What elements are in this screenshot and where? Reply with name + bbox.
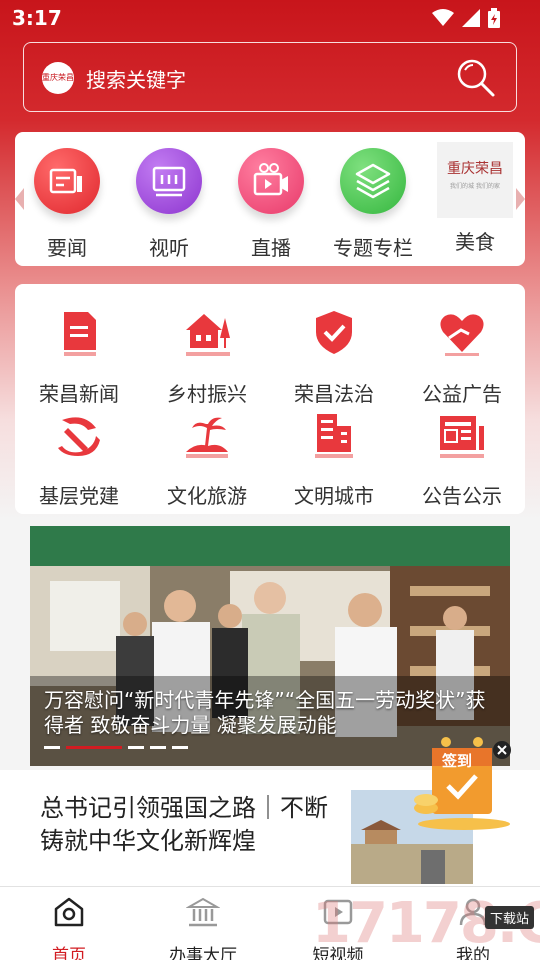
status-time: 3:17 xyxy=(12,6,62,30)
tab-service-hall[interactable]: 办事大厅 xyxy=(143,895,263,960)
category-label: 荣昌法治 xyxy=(294,382,374,406)
tab-label: 办事大厅 xyxy=(169,946,237,960)
category-rule-of-law[interactable]: 荣昌法治 xyxy=(270,308,398,407)
heart-hand-icon xyxy=(440,314,484,356)
category-label: 文化旅游 xyxy=(167,484,247,508)
category-rural-revitalization[interactable]: 乡村振兴 xyxy=(143,308,271,407)
app-logo: 重庆荣昌 xyxy=(42,62,74,94)
party-emblem-icon xyxy=(58,417,100,456)
tab-home[interactable]: 首页 xyxy=(9,895,129,960)
news-title: 总书记引领强国之路｜不断铸就中华文化新辉煌 xyxy=(40,794,328,855)
channel-audiovisual[interactable]: 视听 xyxy=(124,148,214,261)
search-placeholder: 搜索关键字 xyxy=(86,68,186,92)
tab-label: 首页 xyxy=(52,946,86,960)
signin-floating-button[interactable]: 签到 xyxy=(412,736,522,832)
notice-board-icon xyxy=(440,416,484,458)
channel-special-topics[interactable]: 专题专栏 xyxy=(328,148,418,261)
signal-icon xyxy=(462,9,480,27)
category-party-building[interactable]: 基层党建 xyxy=(15,410,143,509)
search-icon[interactable] xyxy=(456,58,496,98)
status-bar: 3:17 xyxy=(0,0,540,36)
channel-food[interactable]: 重庆荣昌 我们的城 我们的家 美食 xyxy=(430,142,520,255)
channel-label: 美食 xyxy=(455,230,495,254)
channel-live[interactable]: 直播 xyxy=(226,148,316,261)
channel-label: 视听 xyxy=(149,236,189,260)
category-announcements[interactable]: 公告公示 xyxy=(398,410,526,509)
channel-label: 直播 xyxy=(251,236,291,260)
food-thumbnail-title: 重庆荣昌 xyxy=(447,161,503,177)
category-culture-tourism[interactable]: 文化旅游 xyxy=(143,410,271,509)
wifi-icon xyxy=(432,9,454,26)
category-label: 公益广告 xyxy=(422,382,502,406)
tv-icon xyxy=(136,148,202,214)
government-hall-icon xyxy=(185,897,221,927)
watermark-badge: 下载站 xyxy=(484,906,534,929)
banner-caption: 万容慰问“新时代青年先锋”“全国五一劳动奖状”获得者 致敬奋斗力量 凝聚发展动能 xyxy=(44,688,486,737)
channel-label: 专题专栏 xyxy=(333,236,413,260)
banner-carousel[interactable]: 万容慰问“新时代青年先锋”“全国五一劳动奖状”获得者 致敬奋斗力量 凝聚发展动能 xyxy=(30,526,510,766)
news-icon xyxy=(34,148,100,214)
carousel-indicator xyxy=(44,746,188,749)
category-label: 基层党建 xyxy=(39,484,119,508)
category-grid: 荣昌新闻 乡村振兴 荣昌法治 公益广告 基层党建 文化旅游 文明城市 公告公示 xyxy=(15,284,525,514)
village-icon xyxy=(186,314,230,356)
video-camera-icon xyxy=(238,148,304,214)
category-label: 荣昌新闻 xyxy=(39,382,119,406)
layers-icon xyxy=(340,148,406,214)
category-public-service-ads[interactable]: 公益广告 xyxy=(398,308,526,407)
search-bar[interactable]: 重庆荣昌 搜索关键字 xyxy=(23,42,517,112)
carousel-dot-active[interactable] xyxy=(66,746,122,749)
category-civilized-city[interactable]: 文明城市 xyxy=(270,410,398,509)
channel-card: 要闻 视听 直播 专题专栏 重庆荣昌 我们的城 我们的家 美食 xyxy=(15,132,525,266)
signin-label: 签到 xyxy=(442,752,473,770)
channel-news[interactable]: 要闻 xyxy=(22,148,112,261)
palm-island-icon xyxy=(186,417,228,458)
category-label: 乡村振兴 xyxy=(167,382,247,406)
carousel-dot[interactable] xyxy=(172,746,188,749)
channel-label: 要闻 xyxy=(47,236,87,260)
app-logo-text: 重庆荣昌 xyxy=(42,73,74,82)
document-icon xyxy=(64,312,96,356)
shield-icon xyxy=(316,311,352,354)
battery-icon xyxy=(488,8,500,28)
buildings-icon xyxy=(315,414,353,458)
carousel-dot[interactable] xyxy=(44,746,60,749)
category-label: 文明城市 xyxy=(294,484,374,508)
home-icon xyxy=(54,897,84,927)
carousel-dot[interactable] xyxy=(150,746,166,749)
food-thumbnail: 重庆荣昌 我们的城 我们的家 xyxy=(437,142,513,218)
food-thumbnail-subtitle: 我们的城 我们的家 xyxy=(450,183,500,190)
carousel-dot[interactable] xyxy=(128,746,144,749)
category-label: 公告公示 xyxy=(422,484,502,508)
category-rongchang-news[interactable]: 荣昌新闻 xyxy=(15,308,143,407)
status-icons xyxy=(432,8,500,28)
